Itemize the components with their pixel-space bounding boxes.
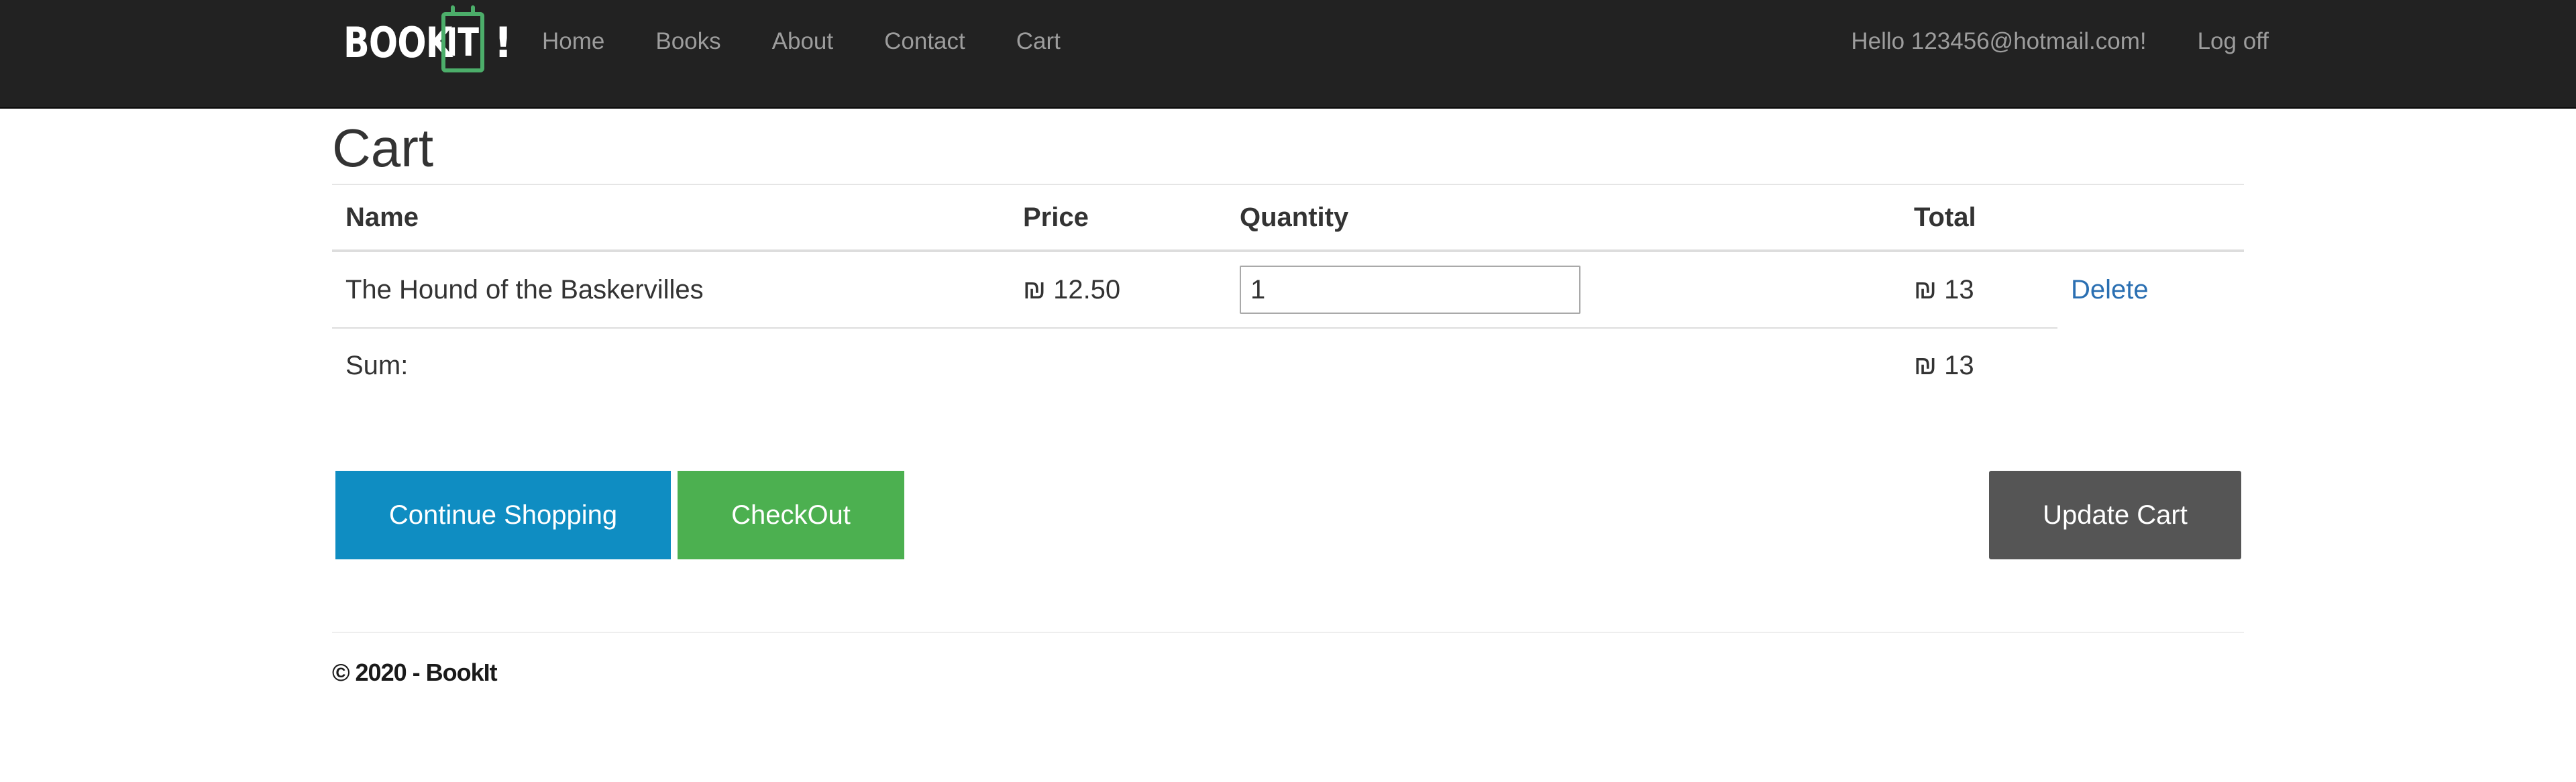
cart-table: Name Price Quantity Total The Hound of t…	[332, 185, 2244, 402]
logoff-link[interactable]: Log off	[2172, 0, 2294, 83]
quantity-input[interactable]	[1240, 266, 1580, 314]
main-content: Cart Name Price Quantity Total The Hound…	[332, 109, 2244, 686]
checkout-button[interactable]: CheckOut	[678, 471, 904, 559]
footer-divider	[332, 632, 2244, 633]
header-price: Price	[1010, 185, 1226, 252]
sum-value: ₪ 13	[1914, 350, 1974, 380]
item-name: The Hound of the Baskervilles	[332, 251, 1010, 329]
brand-logo[interactable]: BOOK IT !	[343, 5, 513, 79]
header-quantity: Quantity	[1226, 185, 1900, 252]
sum-row: Sum: ₪ 13	[332, 328, 2244, 402]
page-title: Cart	[332, 118, 434, 178]
navbar: BOOK IT ! Home Books About Contact Cart …	[0, 0, 2576, 109]
nav-links: Home Books About Contact Cart	[517, 0, 1086, 83]
brand-word: BOOK	[343, 17, 452, 67]
brand-calendar-icon: IT	[441, 5, 484, 72]
item-quantity-cell	[1226, 251, 1900, 329]
delete-link[interactable]: Delete	[2071, 275, 2149, 304]
sum-label: Sum:	[345, 350, 409, 380]
calendar-ring-left	[451, 5, 455, 16]
item-total: ₪ 13	[1900, 251, 2057, 329]
item-price: ₪ 12.50	[1010, 251, 1226, 329]
item-action-cell: Delete	[2057, 251, 2244, 328]
header-name: Name	[332, 185, 1010, 252]
continue-shopping-button[interactable]: Continue Shopping	[335, 471, 671, 559]
sum-empty-price	[1010, 328, 1226, 402]
update-cart-button[interactable]: Update Cart	[1989, 471, 2241, 559]
sum-empty-action	[2057, 328, 2244, 402]
nav-user-area: Hello 123456@hotmail.com! Log off	[1825, 0, 2294, 83]
footer-copyright: © 2020 - BookIt	[332, 659, 498, 686]
nav-link-contact[interactable]: Contact	[859, 0, 991, 83]
nav-link-home[interactable]: Home	[517, 0, 630, 83]
nav-link-cart[interactable]: Cart	[991, 0, 1086, 83]
header-action	[2057, 185, 2244, 252]
header-total: Total	[1900, 185, 2057, 252]
table-header-row: Name Price Quantity Total	[332, 185, 2244, 252]
brand-bang: !	[494, 17, 513, 67]
table-row: The Hound of the Baskervilles ₪ 12.50 ₪ …	[332, 251, 2244, 329]
calendar-ring-right	[471, 5, 475, 16]
sum-empty-quantity	[1226, 328, 1900, 402]
user-greeting-link[interactable]: Hello 123456@hotmail.com!	[1825, 0, 2171, 83]
brand-box-text: IT	[446, 19, 480, 65]
nav-link-books[interactable]: Books	[630, 0, 746, 83]
nav-link-about[interactable]: About	[747, 0, 859, 83]
